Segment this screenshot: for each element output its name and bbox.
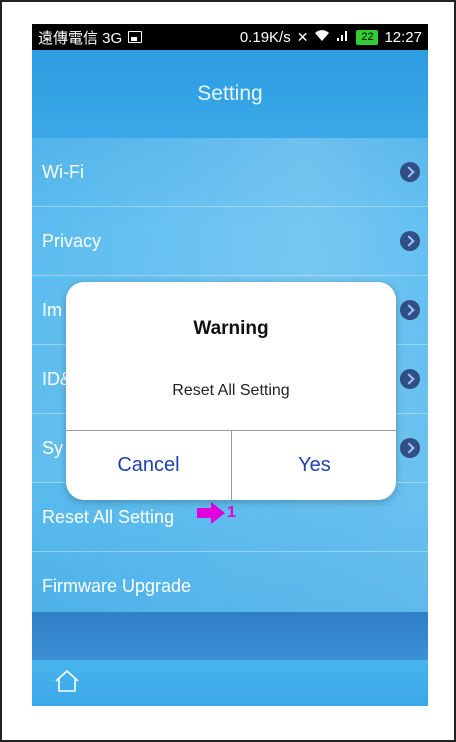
network-speed: 0.19K/s: [239, 28, 291, 46]
annotation-arrow-icon: [197, 502, 225, 524]
screenshot-frame: 遠傳電信 3G 0.19K/s ✕ 22 12:27 Setting Wi-Fi…: [0, 0, 456, 742]
status-left: 遠傳電信 3G: [38, 27, 143, 48]
dialog-message: Reset All Setting: [172, 382, 290, 399]
signal-icon: [336, 29, 350, 45]
chevron-right-icon: [400, 369, 420, 389]
yes-button[interactable]: Yes: [232, 431, 396, 500]
menu-item-label: Im: [42, 299, 62, 320]
app-header: Setting: [32, 50, 428, 138]
menu-item-label: Sy: [42, 437, 64, 458]
bottom-nav: [32, 660, 428, 706]
warning-dialog: Warning Reset All Setting Cancel Yes: [66, 282, 396, 500]
clock: 12:27: [384, 28, 422, 46]
annotation-label: 1: [227, 504, 236, 521]
status-bar: 遠傳電信 3G 0.19K/s ✕ 22 12:27: [32, 24, 428, 50]
mute-icon: ✕: [296, 28, 309, 45]
home-icon[interactable]: [52, 666, 82, 696]
chevron-right-icon: [400, 438, 420, 458]
menu-item-label: Firmware Upgrade: [42, 575, 192, 596]
menu-item-privacy[interactable]: Privacy: [32, 207, 428, 276]
page-title: Setting: [197, 82, 263, 105]
chevron-right-icon: [400, 300, 420, 320]
menu-item-wifi[interactable]: Wi-Fi: [32, 138, 428, 207]
chevron-right-icon: [400, 231, 420, 251]
status-right: 0.19K/s ✕ 22 12:27: [240, 29, 422, 46]
menu-item-label: Wi-Fi: [42, 161, 84, 182]
menu-item-label: Privacy: [42, 230, 102, 251]
phone-screen: 遠傳電信 3G 0.19K/s ✕ 22 12:27 Setting Wi-Fi…: [32, 24, 428, 706]
carrier-label: 遠傳電信 3G: [38, 29, 123, 47]
chevron-right-icon: [400, 162, 420, 182]
image-notification-icon: [128, 31, 143, 43]
menu-item-firmware-upgrade[interactable]: Firmware Upgrade: [32, 552, 428, 621]
wifi-icon: [314, 29, 330, 45]
annotation-marker: 1: [197, 502, 236, 524]
battery-icon: 22: [356, 29, 379, 45]
footer-band: [32, 612, 428, 660]
dialog-title: Warning: [193, 318, 269, 339]
cancel-button[interactable]: Cancel: [66, 431, 231, 500]
menu-item-label: Reset All Setting: [42, 506, 175, 527]
